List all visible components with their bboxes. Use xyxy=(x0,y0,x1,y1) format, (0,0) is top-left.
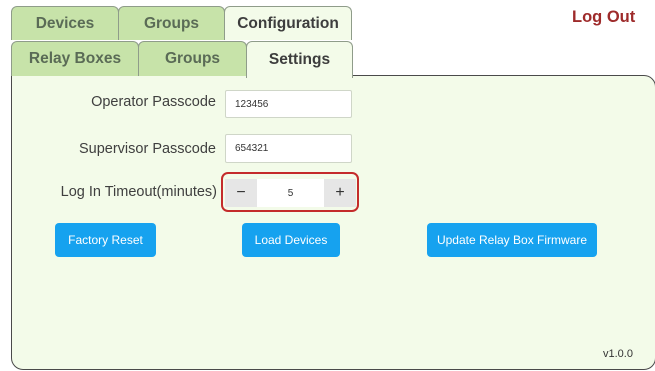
operator-passcode-label: Operator Passcode xyxy=(91,94,216,110)
update-firmware-button[interactable]: Update Relay Box Firmware xyxy=(427,223,597,257)
tab-relay-boxes[interactable]: Relay Boxes xyxy=(11,41,139,76)
tab-devices[interactable]: Devices xyxy=(11,6,119,40)
increment-button[interactable]: + xyxy=(324,179,356,207)
timeout-label: Log In Timeout(minutes) xyxy=(60,184,217,200)
supervisor-passcode-label: Supervisor Passcode xyxy=(78,141,216,157)
tab-configuration[interactable]: Configuration xyxy=(224,6,352,40)
decrement-button[interactable]: − xyxy=(225,179,257,207)
tab-groups-sub[interactable]: Groups xyxy=(138,41,247,76)
tab-settings[interactable]: Settings xyxy=(246,41,353,78)
factory-reset-button[interactable]: Factory Reset xyxy=(55,223,156,257)
tab-groups-top[interactable]: Groups xyxy=(118,6,225,40)
tab-connector xyxy=(247,74,352,77)
version-label: v1.0.0 xyxy=(603,348,633,360)
load-devices-button[interactable]: Load Devices xyxy=(242,223,340,257)
operator-passcode-input[interactable]: 123456 xyxy=(225,90,352,118)
timeout-input[interactable]: 5 xyxy=(257,179,324,207)
supervisor-passcode-input[interactable]: 654321 xyxy=(225,134,352,163)
logout-link[interactable]: Log Out xyxy=(572,8,635,27)
timeout-stepper: − 5 + xyxy=(221,172,359,212)
